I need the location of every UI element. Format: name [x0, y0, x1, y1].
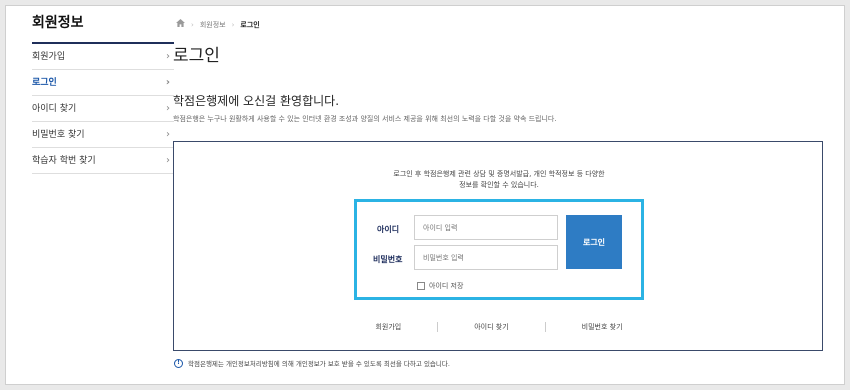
- sidebar-item-label: 비밀번호 찾기: [32, 130, 85, 140]
- login-intro: 로그인 후 학점은행제 관련 상담 및 증명서발급, 개인 학적정보 등 다양한…: [174, 169, 824, 191]
- breadcrumb-separator: ›: [191, 20, 194, 29]
- privacy-notice-text: 학점은행제는 개인정보처리방침에 의해 개인정보가 보호 받을 수 있도록 최선…: [188, 360, 450, 368]
- sidebar-item-label: 로그인: [32, 78, 57, 88]
- chevron-right-icon: ›: [166, 51, 170, 62]
- breadcrumb: › 회원정보 › 로그인: [176, 19, 260, 30]
- home-icon[interactable]: [176, 19, 185, 30]
- id-label: 아이디: [377, 225, 400, 234]
- privacy-notice: ! 학점은행제는 개인정보처리방침에 의해 개인정보가 보호 받을 수 있도록 …: [174, 358, 450, 368]
- sidebar-item-label: 학습자 학번 찾기: [32, 156, 96, 166]
- breadcrumb-item[interactable]: 회원정보: [200, 20, 226, 30]
- find-password-link[interactable]: 비밀번호 찾기: [546, 322, 659, 332]
- sidebar: 회원정보 회원가입 › 로그인 › 아이디 찾기 › 비밀번호 찾기 › 학습자…: [32, 14, 174, 174]
- sidebar-item-signup[interactable]: 회원가입 ›: [32, 44, 174, 70]
- account-links: 회원가입 아이디 찾기 비밀번호 찾기: [174, 322, 824, 332]
- chevron-right-icon: ›: [165, 77, 170, 88]
- login-intro-line: 정보를 확인할 수 있습니다.: [459, 181, 539, 189]
- login-button[interactable]: 로그인: [566, 215, 622, 269]
- signup-link[interactable]: 회원가입: [339, 322, 437, 332]
- info-icon: !: [174, 358, 183, 368]
- sidebar-item-label: 회원가입: [32, 52, 66, 62]
- login-panel: 로그인 후 학점은행제 관련 상담 및 증명서발급, 개인 학적정보 등 다양한…: [173, 141, 823, 351]
- welcome-description: 학점은행은 누구나 원활하게 사용할 수 있는 인터넷 환경 조성과 양질의 서…: [173, 115, 557, 123]
- breadcrumb-separator: ›: [231, 20, 235, 29]
- sidebar-title: 회원정보: [32, 14, 174, 44]
- password-label: 비밀번호: [373, 255, 403, 264]
- chevron-right-icon: ›: [166, 155, 170, 166]
- sidebar-item-find-student-number[interactable]: 학습자 학번 찾기 ›: [32, 148, 174, 174]
- save-id-option[interactable]: 아이디 저장: [417, 281, 463, 291]
- chevron-right-icon: ›: [166, 103, 170, 114]
- page-container: 회원정보 회원가입 › 로그인 › 아이디 찾기 › 비밀번호 찾기 › 학습자…: [5, 5, 845, 385]
- sidebar-item-login[interactable]: 로그인 ›: [32, 70, 174, 96]
- save-id-label: 아이디 저장: [429, 282, 464, 290]
- sidebar-item-find-password[interactable]: 비밀번호 찾기 ›: [32, 122, 174, 148]
- login-intro-line: 로그인 후 학점은행제 관련 상담 및 증명서발급, 개인 학적정보 등 다양한: [393, 170, 605, 178]
- sidebar-item-find-id[interactable]: 아이디 찾기 ›: [32, 96, 174, 122]
- id-input[interactable]: [414, 215, 558, 240]
- page-title: 로그인: [173, 46, 220, 66]
- find-id-link[interactable]: 아이디 찾기: [438, 322, 544, 332]
- chevron-right-icon: ›: [166, 129, 170, 140]
- welcome-heading: 학점은행제에 오신걸 환영합니다.: [173, 94, 340, 108]
- sidebar-item-label: 아이디 찾기: [32, 104, 77, 114]
- password-input[interactable]: [414, 245, 558, 270]
- breadcrumb-current: 로그인: [240, 20, 260, 29]
- save-id-checkbox[interactable]: [417, 282, 425, 290]
